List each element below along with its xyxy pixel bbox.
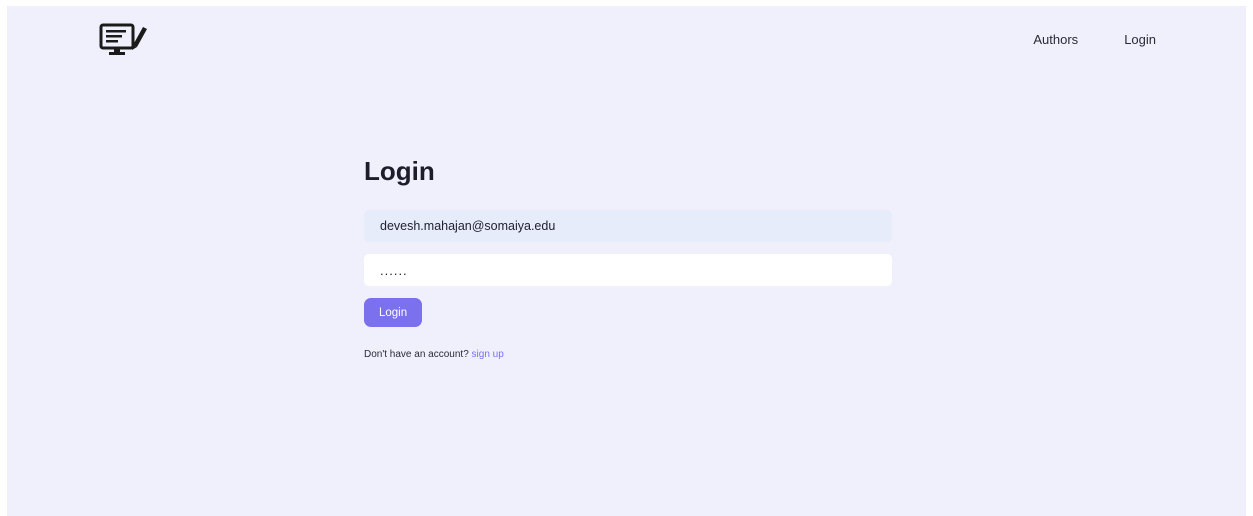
email-field[interactable]: [364, 210, 892, 242]
login-button[interactable]: Login: [364, 298, 423, 327]
signup-link[interactable]: sign up: [472, 349, 504, 360]
page-container: Authors Login Login Login Don't have an …: [7, 6, 1246, 516]
top-nav: Authors Login: [1033, 32, 1156, 47]
password-field[interactable]: [364, 254, 892, 286]
login-form: Login Login Don't have an account? sign …: [364, 156, 892, 360]
nav-link-login[interactable]: Login: [1124, 32, 1156, 47]
page-title: Login: [364, 156, 435, 186]
signup-prompt: Don't have an account? sign up: [364, 349, 892, 360]
monitor-edit-icon[interactable]: [99, 21, 147, 59]
nav-link-authors[interactable]: Authors: [1033, 32, 1078, 47]
signup-prompt-text: Don't have an account?: [364, 349, 469, 360]
